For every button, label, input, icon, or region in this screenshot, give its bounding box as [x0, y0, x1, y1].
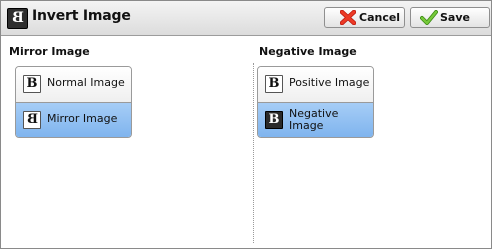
mirror-image-option[interactable]: B Mirror Image — [16, 102, 131, 137]
negative-b-icon: B — [265, 111, 283, 129]
save-button[interactable]: Save — [410, 7, 490, 28]
cancel-button-label: Cancel — [359, 11, 401, 24]
negative-image-options: B Positive Image B Negative Image — [257, 66, 374, 138]
normal-image-option[interactable]: B Normal Image — [16, 67, 131, 102]
positive-image-option[interactable]: B Positive Image — [258, 67, 373, 102]
normal-image-label: Normal Image — [47, 76, 125, 89]
normal-b-icon: B — [23, 75, 41, 93]
mirror-b-icon: B — [23, 111, 41, 129]
cancel-x-icon — [339, 9, 357, 28]
negative-image-heading: Negative Image — [259, 45, 357, 58]
save-checkmark-icon — [420, 10, 438, 28]
negative-image-label: Negative Image — [289, 107, 339, 132]
negative-image-option[interactable]: B Negative Image — [258, 102, 373, 137]
page-title: Invert Image — [32, 8, 131, 24]
mirror-b-icon: B — [7, 8, 28, 29]
invert-image-window: B Invert Image Cancel Save Mirror Image … — [0, 0, 492, 249]
mirror-image-heading: Mirror Image — [9, 45, 90, 58]
positive-b-icon: B — [265, 75, 283, 93]
positive-image-label: Positive Image — [289, 76, 370, 89]
save-button-label: Save — [440, 11, 470, 24]
cancel-button[interactable]: Cancel — [324, 7, 405, 28]
mirror-image-label: Mirror Image — [47, 112, 118, 125]
title-bar: B Invert Image Cancel Save — [1, 1, 491, 36]
mirror-image-options: B Normal Image B Mirror Image — [15, 66, 132, 138]
section-divider — [253, 63, 254, 243]
